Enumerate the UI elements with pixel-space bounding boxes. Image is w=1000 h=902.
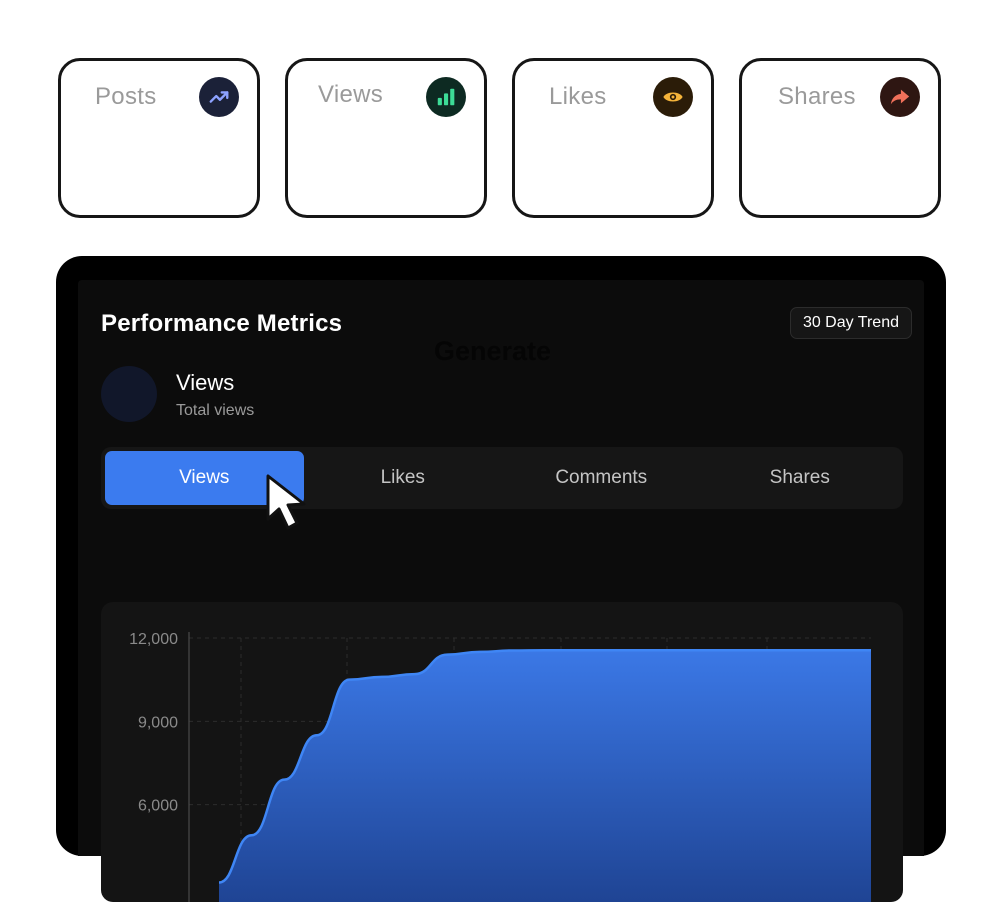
stat-label: Likes xyxy=(549,83,607,110)
y-tick-label: 6,000 xyxy=(138,798,178,815)
stat-label: Views xyxy=(318,81,384,108)
stat-label: Posts xyxy=(95,83,157,110)
panel-body: Performance Metrics 30 Day Trend Generat… xyxy=(78,280,924,902)
area-chart: 12,000 9,000 6,000 xyxy=(129,631,871,902)
views-area xyxy=(219,650,871,902)
metric-subtitle: Total views xyxy=(176,402,255,419)
metric-name: Views xyxy=(176,370,235,395)
stat-value: 1,234,567 xyxy=(318,139,443,169)
trend-badge[interactable]: 30 Day Trend xyxy=(789,307,912,339)
stat-card-likes[interactable]: Likes 1,234,567 xyxy=(512,58,714,218)
stat-card-views[interactable]: Views 1,234,567 xyxy=(285,58,487,218)
metric-avatar xyxy=(101,366,157,422)
stat-label: Shares xyxy=(778,83,856,110)
performance-panel: Performance Metrics 30 Day Trend Generat… xyxy=(56,256,946,902)
y-tick-label: 9,000 xyxy=(138,714,178,731)
eye-icon xyxy=(653,77,693,117)
bar-chart-icon xyxy=(426,77,466,117)
share-icon xyxy=(880,77,920,117)
trending-up-icon xyxy=(199,77,239,117)
metric-tabs: Views Likes Comments Shares xyxy=(101,447,903,509)
generate-label: Generate xyxy=(434,336,552,366)
stat-value: 1,327 xyxy=(95,139,166,169)
tab-shares[interactable]: Shares xyxy=(701,451,900,505)
views-chart: 12,000 9,000 6,000 xyxy=(101,602,903,902)
stat-card-posts[interactable]: Posts 1,327 xyxy=(58,58,260,218)
mouse-cursor-icon xyxy=(266,474,306,530)
stat-card-shares[interactable]: Shares 112,345 xyxy=(739,58,941,218)
tab-likes[interactable]: Likes xyxy=(304,451,503,505)
panel-title: Performance Metrics xyxy=(101,310,343,337)
y-tick-label: 12,000 xyxy=(129,631,178,648)
stat-value: 1,234,567 xyxy=(549,139,674,169)
stat-value: 112,345 xyxy=(778,139,878,169)
tab-comments[interactable]: Comments xyxy=(502,451,701,505)
